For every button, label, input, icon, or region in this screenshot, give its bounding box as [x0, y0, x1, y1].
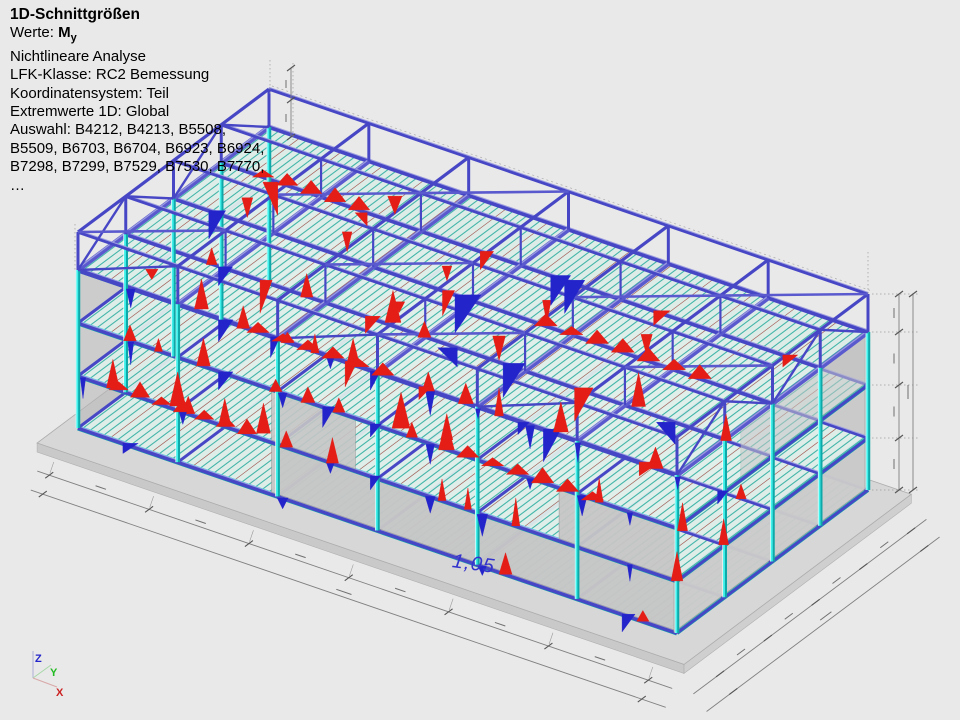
legend-values-line: Werte: My [10, 24, 264, 47]
legend-info-block: 1D-Schnittgrößen Werte: My Nichtlineare … [10, 6, 264, 195]
legend-line-coordsys: Koordinatensystem: Teil [10, 85, 264, 103]
legend-line-extremes: Extremwerte 1D: Global [10, 103, 264, 121]
legend-line-selection-3: B7298, B7299, B7529, B7530, B7770, [10, 158, 264, 176]
axis-y-line [33, 665, 51, 678]
werte-label: Werte: [10, 24, 54, 41]
axis-triad-icon: Z Y X [18, 640, 78, 700]
legend-line-ellipsis: … [10, 177, 264, 195]
legend-title: 1D-Schnittgrößen [10, 6, 264, 24]
axis-x-label: X [56, 687, 64, 699]
legend-line-analysis: Nichtlineare Analyse [10, 48, 264, 66]
werte-value: M [58, 24, 71, 41]
axis-z-label: Z [35, 653, 42, 665]
legend-line-selection-1: Auswahl: B4212, B4213, B5508, [10, 121, 264, 139]
legend-line-lfk: LFK-Klasse: RC2 Bemessung [10, 66, 264, 84]
viewport[interactable]: 1D-Schnittgrößen Werte: My Nichtlineare … [0, 0, 960, 720]
axis-x-line [33, 678, 57, 687]
legend-line-selection-2: B5509, B6703, B6704, B6923, B6924, [10, 140, 264, 158]
werte-value-sub: y [71, 32, 77, 44]
axis-y-label: Y [50, 667, 58, 679]
